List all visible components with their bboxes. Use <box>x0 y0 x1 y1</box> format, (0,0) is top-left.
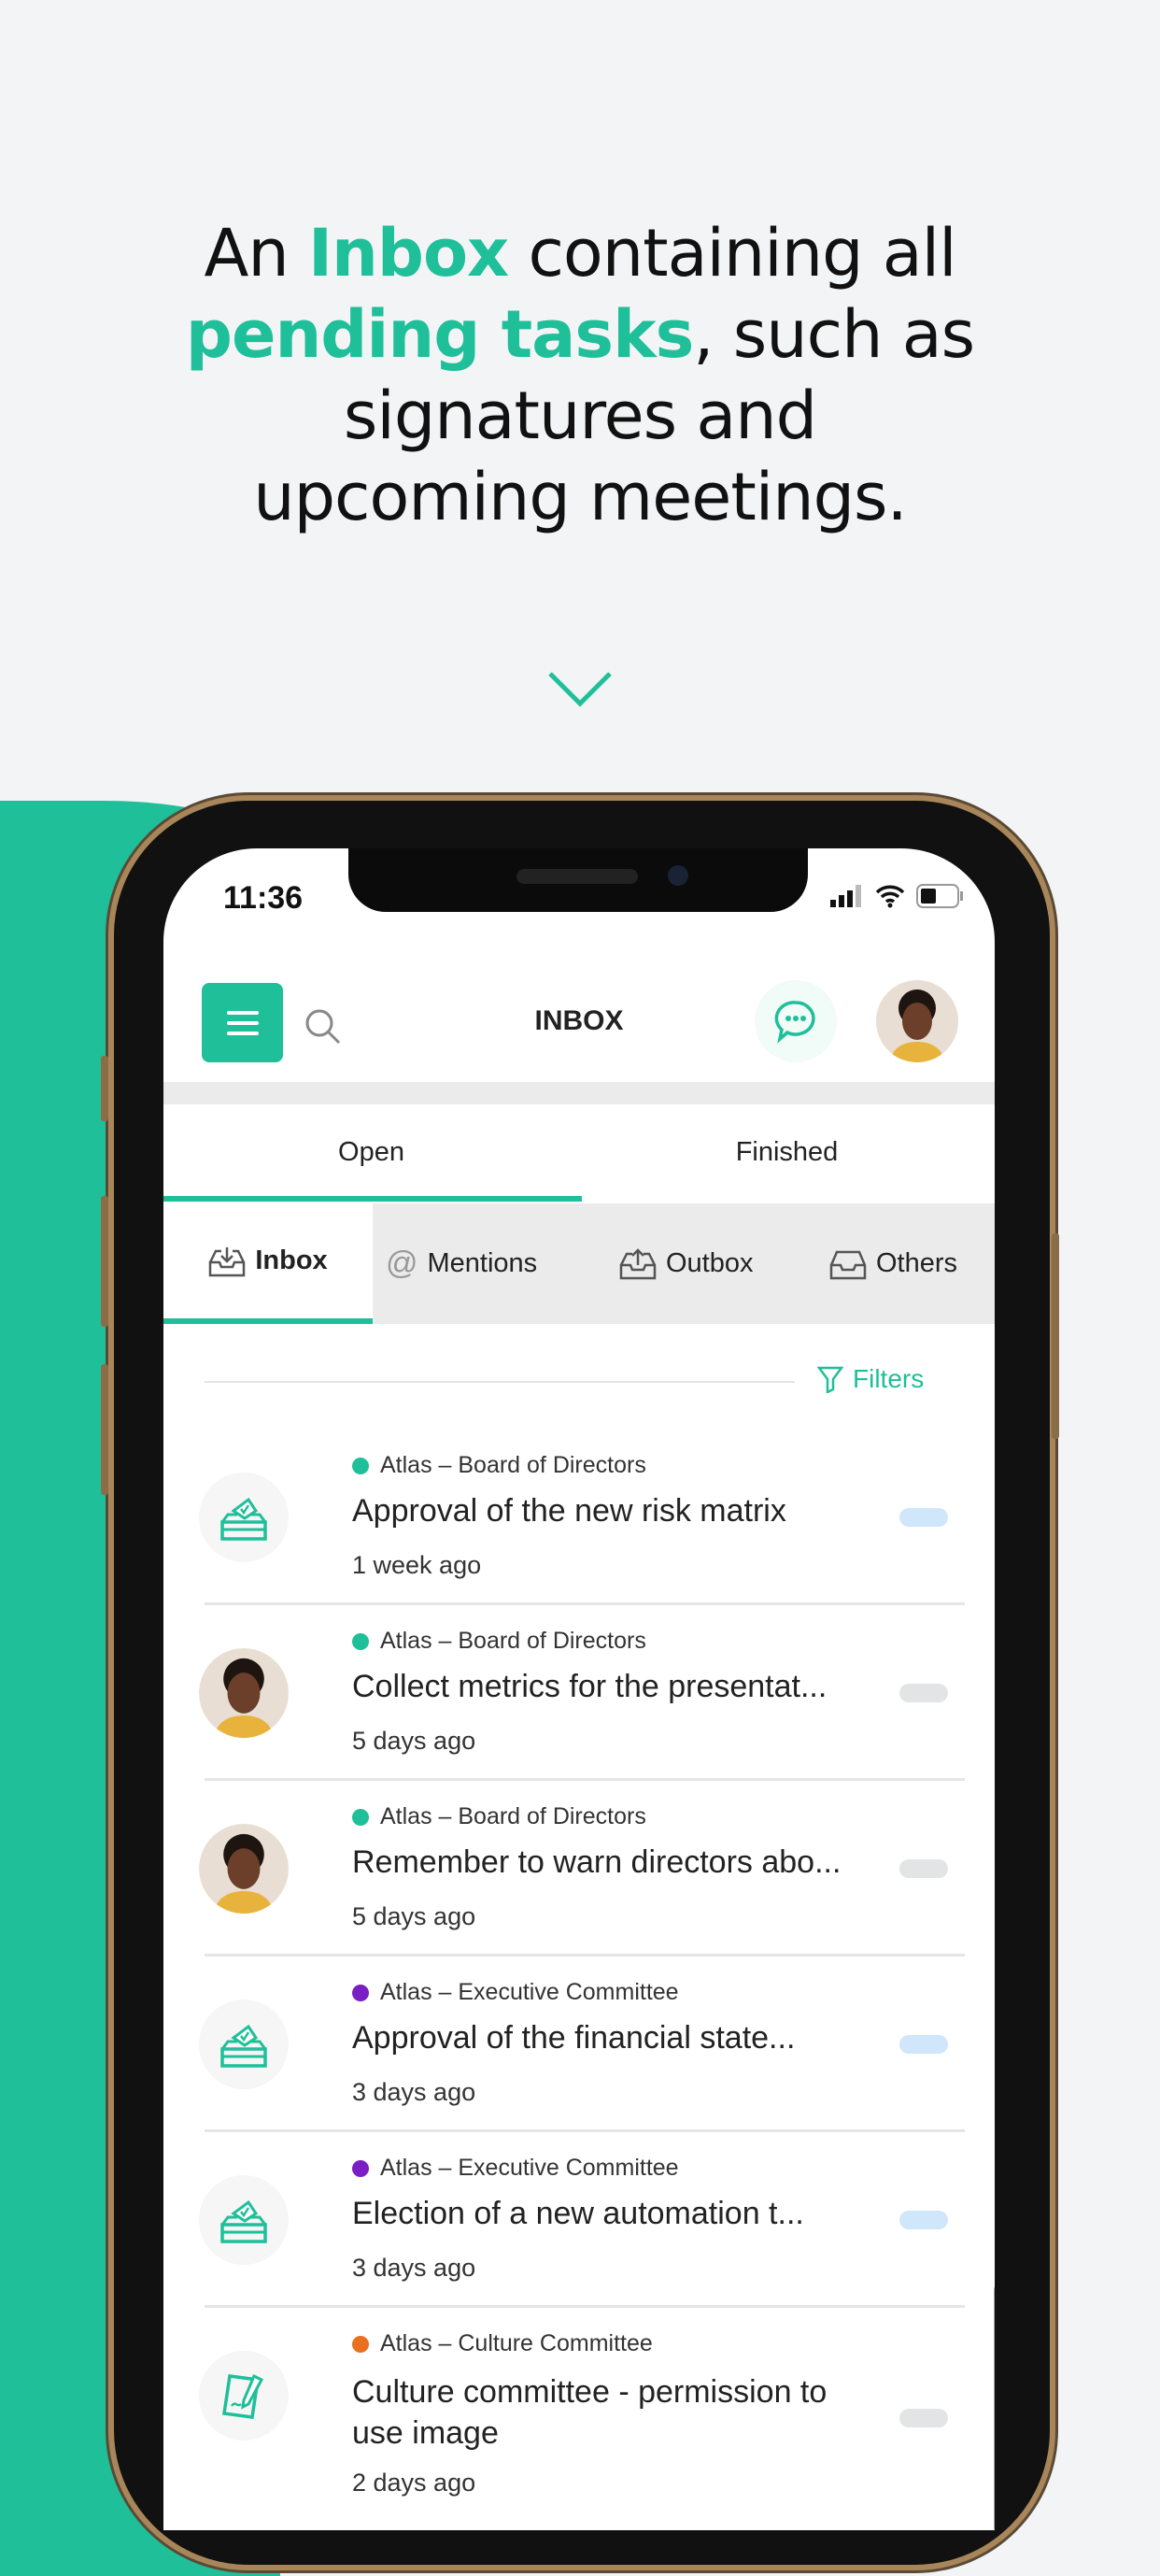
scrollbar[interactable] <box>994 2287 995 2530</box>
item-time: 5 days ago <box>352 1727 476 1755</box>
group-name: Atlas – Executive Committee <box>380 1979 679 2005</box>
item-group: Atlas – Executive Committee <box>352 2155 679 2182</box>
chevron-down-icon <box>548 672 612 707</box>
item-group: Atlas – Board of Directors <box>352 1452 646 1479</box>
item-title: Remember to warn directors abo... <box>352 1844 842 1880</box>
item-group: Atlas – Board of Directors <box>352 1628 646 1655</box>
item-time: 3 days ago <box>352 2078 476 2106</box>
status-pill <box>899 1859 948 1878</box>
list-item[interactable]: Atlas – Executive Committee Election of … <box>163 2132 995 2308</box>
group-name: Atlas – Board of Directors <box>380 1452 646 1478</box>
outbox-upload-icon <box>619 1247 657 1279</box>
group-color-dot <box>352 1984 369 2001</box>
list-item[interactable]: Atlas – Executive Committee Approval of … <box>163 1957 995 2132</box>
assignee-avatar <box>199 1648 289 1738</box>
filters-label: Filters <box>853 1364 925 1393</box>
inbox-download-icon <box>209 1246 246 1276</box>
item-time: 5 days ago <box>352 1902 476 1930</box>
group-name: Atlas – Board of Directors <box>380 1803 646 1829</box>
subtab-outbox[interactable]: Outbox <box>606 1203 816 1324</box>
list-item[interactable]: Atlas – Board of Directors Remember to w… <box>163 1781 995 1957</box>
ballot-box-icon <box>199 2000 289 2089</box>
status-pill <box>899 1508 948 1527</box>
phone-button <box>101 1056 108 1121</box>
item-time: 1 week ago <box>352 1551 482 1579</box>
signal-icon <box>830 885 861 907</box>
headline-highlight: Inbox <box>307 215 509 292</box>
item-title: Approval of the financial state... <box>352 2020 796 2056</box>
subtab-label: Outbox <box>666 1248 754 1278</box>
status-pill <box>899 1684 948 1702</box>
group-color-dot <box>352 1632 369 1650</box>
subtab-inbox[interactable]: Inbox <box>163 1203 373 1324</box>
item-group: Atlas – Culture Committee <box>352 2330 653 2357</box>
headline-text: signatures and <box>343 377 817 454</box>
subtab-others[interactable]: Others <box>816 1203 994 1324</box>
item-title: Election of a new automation t... <box>352 2196 804 2231</box>
tab-open-underline <box>163 1196 582 1202</box>
tray-icon <box>829 1250 867 1279</box>
header-divider <box>163 1082 995 1104</box>
chat-button[interactable] <box>755 980 837 1062</box>
headline-highlight: pending tasks <box>185 296 694 373</box>
subtab-bar: Inbox @ Mentions Outbox Others <box>163 1203 995 1324</box>
group-color-dot <box>352 2159 369 2177</box>
assignee-avatar <box>199 1824 289 1914</box>
group-name: Atlas – Board of Directors <box>380 1628 646 1654</box>
ballot-box-icon <box>199 1473 289 1562</box>
group-name: Atlas – Culture Committee <box>380 2330 653 2356</box>
headline: An Inbox containing all pending tasks, s… <box>0 213 1160 538</box>
tab-finished[interactable]: Finished <box>579 1104 995 1201</box>
headline-text: , such as <box>693 296 975 373</box>
notch <box>348 848 808 912</box>
item-title: Culture committee - permission to use im… <box>352 2374 828 2451</box>
subtab-mentions[interactable]: @ Mentions <box>373 1203 606 1324</box>
at-icon: @ <box>386 1245 418 1281</box>
subtab-label: Others <box>876 1248 958 1278</box>
headline-text: upcoming meetings. <box>253 459 908 535</box>
list-item[interactable]: Atlas – Board of Directors Approval of t… <box>163 1430 995 1605</box>
item-time: 3 days ago <box>352 2254 476 2282</box>
status-pill <box>899 2409 948 2427</box>
item-time: 2 days ago <box>352 2469 476 2497</box>
ballot-box-icon <box>199 2175 289 2265</box>
phone-button <box>101 1196 108 1327</box>
list-item[interactable]: Atlas – Board of Directors Collect metri… <box>163 1605 995 1781</box>
status-pill <box>899 2035 948 2054</box>
group-color-dot <box>352 2335 369 2353</box>
group-color-dot <box>352 1457 369 1474</box>
group-name: Atlas – Executive Committee <box>380 2155 679 2181</box>
user-avatar[interactable] <box>876 980 958 1062</box>
item-title: Collect metrics for the presentat... <box>352 1669 828 1704</box>
page-title: INBOX <box>534 1005 624 1036</box>
phone-button <box>101 1364 108 1495</box>
subtab-label: Inbox <box>255 1245 328 1275</box>
status-time: 11:36 <box>223 880 304 916</box>
status-pill <box>899 2211 948 2229</box>
tab-open[interactable]: Open <box>163 1104 579 1201</box>
list-item[interactable]: Atlas – Culture Committee Culture commit… <box>163 2308 995 2497</box>
group-color-dot <box>352 1808 369 1826</box>
status-icons <box>830 884 965 908</box>
battery-icon <box>916 884 963 908</box>
filters-divider <box>205 1381 795 1383</box>
chat-bubble-icon <box>774 1001 815 1044</box>
item-group: Atlas – Board of Directors <box>352 1803 646 1830</box>
signature-document-icon <box>199 2351 289 2441</box>
filters-button[interactable]: Filters <box>817 1364 924 1394</box>
phone-screen: 11:36 INBOX Open Finished Inbox @ Mentio… <box>163 848 995 2530</box>
headline-text: An <box>204 215 308 292</box>
item-title: Approval of the new risk matrix <box>352 1493 786 1529</box>
phone-button <box>1052 1233 1059 1439</box>
wifi-icon <box>875 885 905 908</box>
headline-text: containing all <box>508 215 956 292</box>
filter-icon <box>817 1366 843 1393</box>
subtab-label: Mentions <box>427 1248 538 1278</box>
item-group: Atlas – Executive Committee <box>352 1979 679 2006</box>
